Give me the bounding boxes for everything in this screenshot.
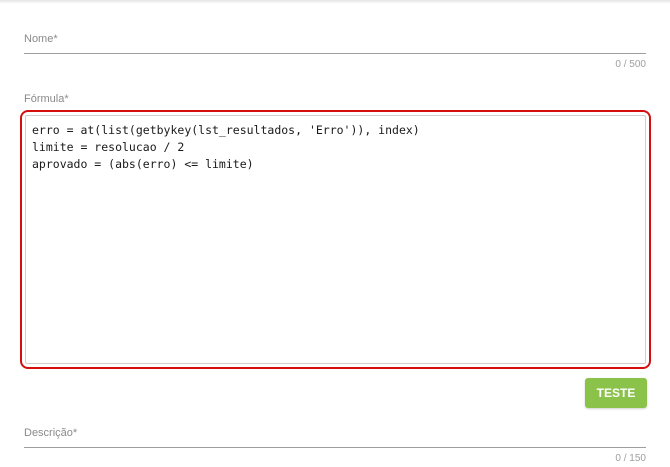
top-shadow (0, 0, 670, 4)
descricao-input[interactable] (24, 432, 646, 448)
formula-highlight-frame: erro = at(list(getbykey(lst_resultados, … (20, 110, 651, 369)
formula-line-3: aprovado = (abs(erro) <= limite) (32, 157, 254, 171)
nome-input[interactable] (24, 38, 646, 54)
descricao-counter: 0 / 150 (615, 453, 646, 464)
formula-label: Fórmula* (24, 93, 69, 105)
form-page: Nome* 0 / 500 Fórmula* erro = at(list(ge… (0, 0, 670, 467)
formula-textarea[interactable]: erro = at(list(getbykey(lst_resultados, … (25, 115, 646, 364)
nome-counter: 0 / 500 (615, 59, 646, 70)
formula-line-2: limite = resolucao / 2 (32, 140, 185, 154)
formula-line-1: erro = at(list(getbykey(lst_resultados, … (32, 123, 420, 137)
teste-button[interactable]: TESTE (585, 378, 647, 408)
